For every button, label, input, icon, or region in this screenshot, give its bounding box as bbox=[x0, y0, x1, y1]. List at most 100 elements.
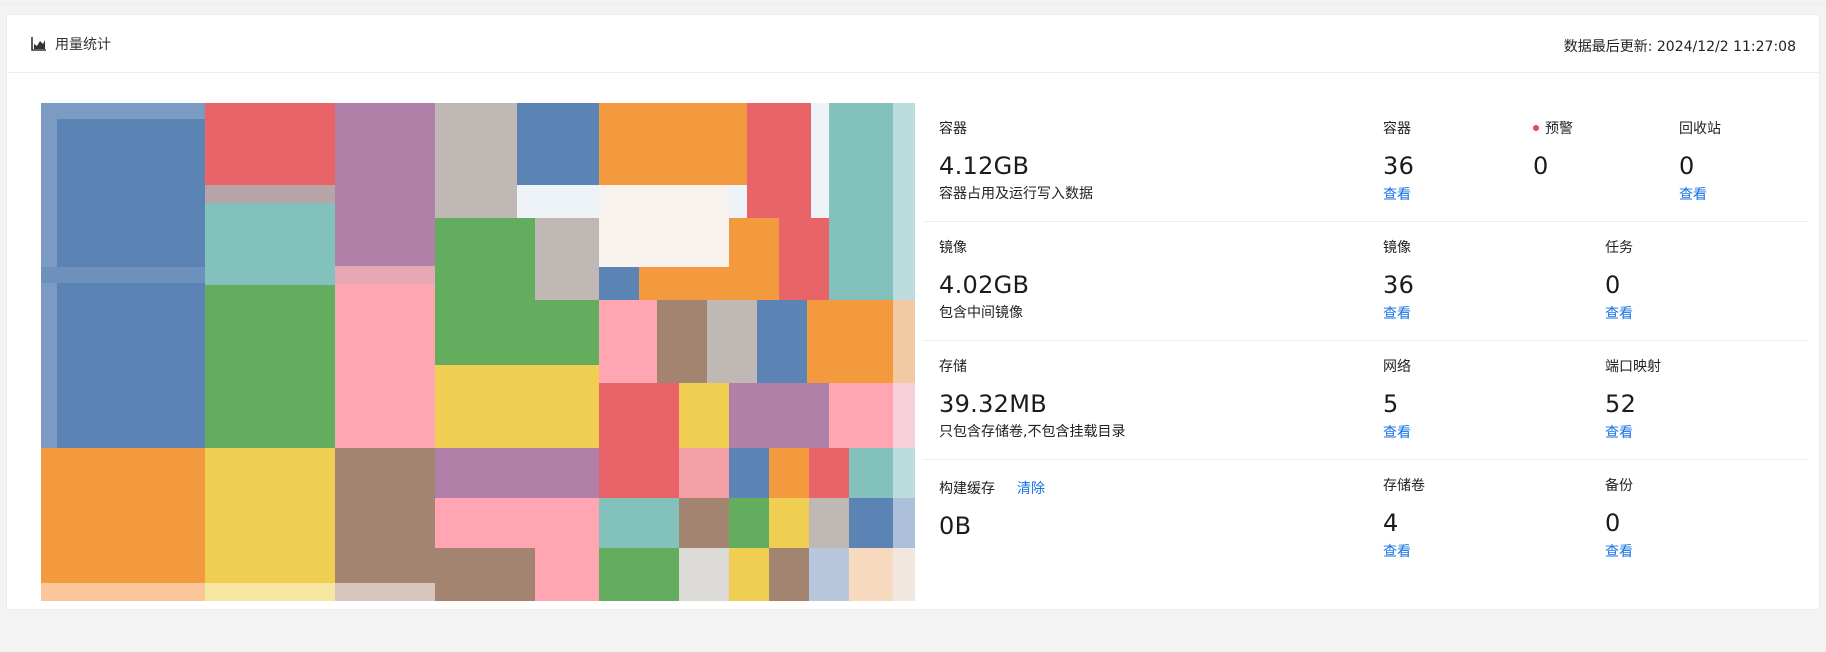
image-usage-label: 镜像 bbox=[939, 240, 967, 256]
treemap-block bbox=[205, 203, 335, 285]
treemap-svg bbox=[41, 103, 915, 601]
treemap-block bbox=[535, 218, 599, 300]
task-count-value: 0 bbox=[1605, 271, 1621, 299]
storage-usage-label: 存储 bbox=[939, 359, 967, 375]
treemap-block bbox=[679, 383, 729, 448]
build-cache-cell: 构建缓存 清除 0B bbox=[939, 479, 1045, 540]
treemap-block bbox=[599, 185, 729, 267]
treemap-block bbox=[729, 448, 769, 498]
card-header: 用量统计 数据最后更新: 2024/12/2 11:27:08 bbox=[7, 15, 1819, 73]
warning-label: 预警 bbox=[1533, 119, 1573, 137]
task-cell: 任务 0 查看 bbox=[1605, 238, 1633, 322]
image-count-label: 镜像 bbox=[1383, 240, 1411, 256]
treemap-block bbox=[599, 548, 679, 601]
container-count-label: 容器 bbox=[1383, 121, 1411, 137]
volume-label: 存储卷 bbox=[1383, 478, 1425, 494]
treemap-block bbox=[335, 103, 435, 266]
container-usage-value: 4.12GB bbox=[939, 152, 1030, 180]
treemap-block bbox=[657, 300, 707, 383]
treemap-block bbox=[757, 300, 807, 383]
view-volumes-link[interactable]: 查看 bbox=[1383, 541, 1411, 560]
usage-stats-card: 用量统计 数据最后更新: 2024/12/2 11:27:08 容器 4.12G… bbox=[6, 14, 1820, 610]
build-cache-value: 0B bbox=[939, 512, 972, 540]
last-update-text: 数据最后更新: 2024/12/2 11:27:08 bbox=[1563, 39, 1796, 55]
treemap-block bbox=[435, 103, 517, 218]
treemap-block bbox=[779, 218, 829, 300]
treemap-block bbox=[205, 285, 335, 448]
backup-label: 备份 bbox=[1605, 478, 1633, 494]
treemap-block bbox=[435, 448, 535, 498]
network-cell: 网络 5 查看 bbox=[1383, 357, 1411, 441]
view-port-mappings-link[interactable]: 查看 bbox=[1605, 422, 1633, 441]
warning-label-text: 预警 bbox=[1545, 121, 1573, 137]
treemap-block bbox=[729, 218, 779, 300]
treemap-block bbox=[335, 284, 435, 448]
network-count-value: 5 bbox=[1383, 390, 1399, 418]
treemap-block bbox=[535, 448, 599, 498]
treemap-block bbox=[41, 103, 205, 119]
backup-count-value: 0 bbox=[1605, 509, 1621, 537]
warning-cell: 预警 0 bbox=[1533, 119, 1573, 180]
treemap-block bbox=[679, 448, 729, 498]
treemap-block bbox=[599, 498, 679, 548]
treemap-block bbox=[517, 103, 599, 185]
treemap-block bbox=[639, 267, 729, 300]
container-count-cell: 容器 36 查看 bbox=[1383, 119, 1414, 203]
view-tasks-link[interactable]: 查看 bbox=[1605, 303, 1633, 322]
treemap-block bbox=[41, 267, 205, 283]
treemap-block bbox=[205, 448, 335, 601]
treemap-block bbox=[435, 498, 535, 548]
treemap-block bbox=[809, 448, 849, 498]
view-networks-link[interactable]: 查看 bbox=[1383, 422, 1411, 441]
warning-dot-icon bbox=[1533, 125, 1539, 131]
treemap-block bbox=[707, 300, 757, 383]
backup-cell: 备份 0 查看 bbox=[1605, 476, 1633, 560]
warning-count-value: 0 bbox=[1533, 152, 1549, 180]
storage-usage-value: 39.32MB bbox=[939, 390, 1047, 418]
treemap-block bbox=[679, 548, 729, 601]
image-usage-cell: 镜像 4.02GB 包含中间镜像 bbox=[939, 238, 1030, 321]
image-count-cell: 镜像 36 查看 bbox=[1383, 238, 1414, 322]
clear-build-cache-button[interactable]: 清除 bbox=[1017, 478, 1045, 498]
treemap-block bbox=[769, 548, 809, 601]
recycle-bin-label: 回收站 bbox=[1679, 121, 1721, 137]
card-title: 用量统计 bbox=[31, 34, 111, 54]
treemap-block bbox=[41, 583, 205, 601]
view-backups-link[interactable]: 查看 bbox=[1605, 541, 1633, 560]
treemap-block bbox=[435, 548, 535, 601]
treemap-block bbox=[41, 448, 205, 601]
port-mapping-count-value: 52 bbox=[1605, 390, 1637, 418]
treemap-block bbox=[435, 300, 599, 365]
stats-row-storage: 存储 39.32MB 只包含存储卷,不包含挂载目录 网络 5 查看 端口映射 5… bbox=[923, 341, 1809, 460]
port-mapping-label: 端口映射 bbox=[1605, 359, 1661, 375]
view-recycle-bin-link[interactable]: 查看 bbox=[1679, 184, 1707, 203]
container-usage-label: 容器 bbox=[939, 121, 967, 137]
treemap-block bbox=[599, 267, 639, 300]
recycle-bin-count-value: 0 bbox=[1679, 152, 1695, 180]
treemap-block bbox=[809, 498, 849, 548]
treemap-block bbox=[809, 548, 849, 601]
stats-row-containers: 容器 4.12GB 容器占用及运行写入数据 容器 36 查看 预警 0 回收站 … bbox=[923, 103, 1809, 222]
recycle-bin-cell: 回收站 0 查看 bbox=[1679, 119, 1721, 203]
build-cache-label-text: 构建缓存 bbox=[939, 481, 995, 497]
image-usage-value: 4.02GB bbox=[939, 271, 1030, 299]
treemap-block bbox=[747, 103, 811, 218]
port-mapping-cell: 端口映射 52 查看 bbox=[1605, 357, 1661, 441]
treemap-block bbox=[535, 498, 599, 601]
treemap-block bbox=[599, 300, 657, 383]
container-usage-cell: 容器 4.12GB 容器占用及运行写入数据 bbox=[939, 119, 1093, 202]
view-containers-link[interactable]: 查看 bbox=[1383, 184, 1411, 203]
treemap-block bbox=[769, 448, 809, 498]
treemap-block bbox=[599, 448, 679, 498]
treemap-block bbox=[599, 383, 679, 448]
storage-usage-desc: 只包含存储卷,不包含挂载目录 bbox=[939, 424, 1126, 440]
treemap-block bbox=[435, 218, 535, 300]
treemap-block bbox=[769, 498, 809, 548]
treemap-block bbox=[729, 383, 829, 448]
treemap-block bbox=[599, 103, 747, 185]
view-images-link[interactable]: 查看 bbox=[1383, 303, 1411, 322]
treemap-block bbox=[335, 448, 435, 601]
task-label: 任务 bbox=[1605, 240, 1633, 256]
build-cache-label: 构建缓存 清除 bbox=[939, 479, 1045, 497]
treemap-block bbox=[679, 498, 729, 548]
